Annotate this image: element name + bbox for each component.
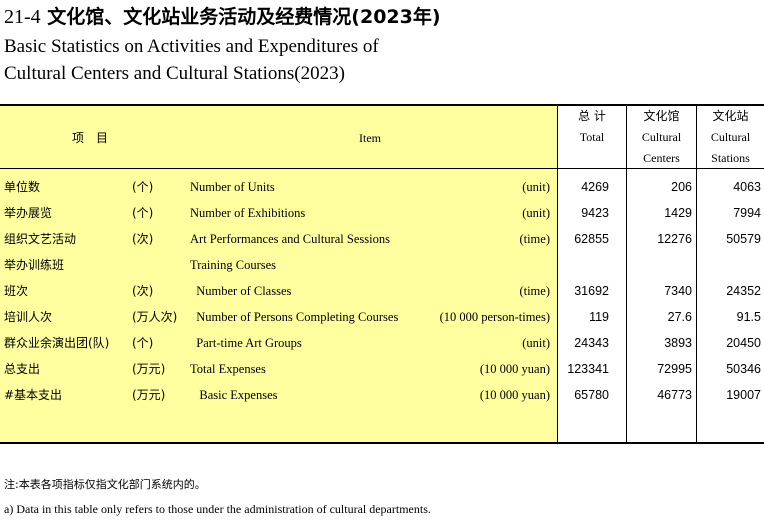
row-centers: 12276	[657, 232, 692, 246]
row-label-en: Number of Classes	[190, 284, 292, 298]
row-label-cn: 举办展览	[4, 206, 53, 220]
title-en-line1: Basic Statistics on Activities and Expen…	[4, 36, 379, 57]
row-centers: 46773	[657, 388, 692, 402]
row-unit-cn: (个)	[132, 180, 154, 194]
row-label-en: Basic Expenses	[190, 388, 278, 402]
note-en: a) Data in this table only refers to tho…	[4, 502, 431, 516]
statistics-table: 项 目 Item 总 计 Total 文化馆 Cultural Centers …	[0, 104, 764, 444]
table-row: 组织文艺活动 (次) Art Performances and Cultural S…	[0, 226, 764, 252]
row-unit-en: (time)	[519, 284, 550, 298]
row-unit-cn: (次)	[132, 284, 154, 298]
row-label-cn: 总支出	[4, 362, 41, 376]
row-label-cn: 群众业余演出团(队)	[4, 336, 110, 350]
title-en-line2: Cultural Centers and Cultural Stations(2…	[4, 63, 345, 84]
row-stations: 91.5	[736, 310, 761, 324]
row-total: 123341	[567, 362, 609, 376]
row-unit-cn: (次)	[132, 232, 154, 246]
row-unit-en: (unit)	[522, 206, 550, 220]
note-cn: 注:本表各项指标仅指文化部门系统内的。	[4, 478, 206, 491]
row-label-cn: 组织文艺活动	[4, 232, 77, 246]
table-row: 群众业余演出团(队) (个) Part-time Art Groups (unit)…	[0, 330, 764, 356]
table-row: 举办展览 (个) Number of Exhibitions (unit) 9423 14…	[0, 200, 764, 226]
row-unit-cn: (万元)	[132, 388, 166, 402]
row-unit-en: (10 000 person-times)	[439, 310, 550, 324]
table-row: #基本支出 (万元) Basic Expenses (10 000 yuan) 657…	[0, 382, 764, 408]
row-unit-en: (time)	[519, 232, 550, 246]
header-centers-en1: Cultural	[641, 130, 682, 144]
row-total: 65780	[574, 388, 609, 402]
row-unit-en: (unit)	[522, 336, 550, 350]
row-unit-en: (10 000 yuan)	[479, 362, 550, 376]
title-cn-text: 文化馆、文化站业务活动及经费情况(2023年)	[47, 6, 441, 28]
row-unit-cn: (个)	[132, 336, 154, 350]
row-centers: 1429	[664, 206, 692, 220]
row-label-en: Total Expenses	[190, 362, 266, 376]
row-label-en: Art Performances and Cultural Sessions	[190, 232, 390, 246]
row-centers: 206	[671, 180, 692, 194]
header-centers-en2: Centers	[643, 151, 680, 165]
row-label-cn: 培训人次	[4, 310, 53, 324]
table-row: 班次 (次) Number of Classes (time) 31692 7340 24…	[0, 278, 764, 304]
table-row: 单位数 (个) Number of Units (unit) 4269 206 4063	[0, 174, 764, 200]
row-total: 9423	[581, 206, 609, 220]
header-stations-en1: Cultural	[710, 130, 751, 144]
header-item-cn: 项 目	[71, 131, 108, 145]
row-stations: 20450	[726, 336, 761, 350]
row-unit-cn: (万人次)	[132, 310, 178, 324]
row-unit-en: (unit)	[522, 180, 550, 194]
row-stations: 24352	[726, 284, 761, 298]
row-stations: 4063	[733, 180, 761, 194]
header-item-en: Item	[359, 131, 381, 145]
row-unit-cn: (万元)	[132, 362, 166, 376]
row-label-cn: 单位数	[4, 180, 41, 194]
row-stations: 50579	[726, 232, 761, 246]
row-label-cn: #基本支出	[4, 388, 63, 402]
row-unit-en: (10 000 yuan)	[479, 388, 550, 402]
row-stations: 7994	[733, 206, 761, 220]
row-stations: 19007	[726, 388, 761, 402]
header-total-en: Total	[579, 130, 605, 144]
row-centers: 3893	[664, 336, 692, 350]
row-label-en: Training Courses	[190, 258, 277, 272]
row-total: 4269	[581, 180, 609, 194]
header-centers-cn: 文化馆	[643, 109, 680, 123]
row-total: 119	[589, 310, 609, 324]
row-total: 31692	[574, 284, 609, 298]
table-number: 21-4	[4, 6, 41, 28]
row-label-en: Number of Exhibitions	[190, 206, 306, 220]
table-row: 培训人次 (万人次) Number of Persons Completing C…	[0, 304, 764, 330]
row-unit-cn: (个)	[132, 206, 154, 220]
header-stations-en2: Stations	[711, 151, 750, 165]
table-row: 举办训练班 Training Courses	[0, 252, 764, 278]
header-stations-cn: 文化站	[712, 109, 749, 123]
row-label-en: Number of Persons Completing Courses	[190, 310, 399, 324]
row-total: 62855	[574, 232, 609, 246]
table-title-cn: 21-4 文化馆、文化站业务活动及经费情况(2023年)	[4, 4, 441, 30]
table-row: 总支出 (万元) Total Expenses (10 000 yuan) 123341…	[0, 356, 764, 382]
row-centers: 7340	[664, 284, 692, 298]
row-total: 24343	[574, 336, 609, 350]
row-stations: 50346	[726, 362, 761, 376]
row-label-en: Number of Units	[190, 180, 275, 194]
row-centers: 72995	[657, 362, 692, 376]
header-total-cn: 总 计	[578, 109, 606, 123]
row-label-en: Part-time Art Groups	[190, 336, 302, 350]
row-centers: 27.6	[667, 310, 692, 324]
row-label-cn: 班次	[4, 284, 29, 298]
row-label-cn: 举办训练班	[4, 258, 65, 272]
